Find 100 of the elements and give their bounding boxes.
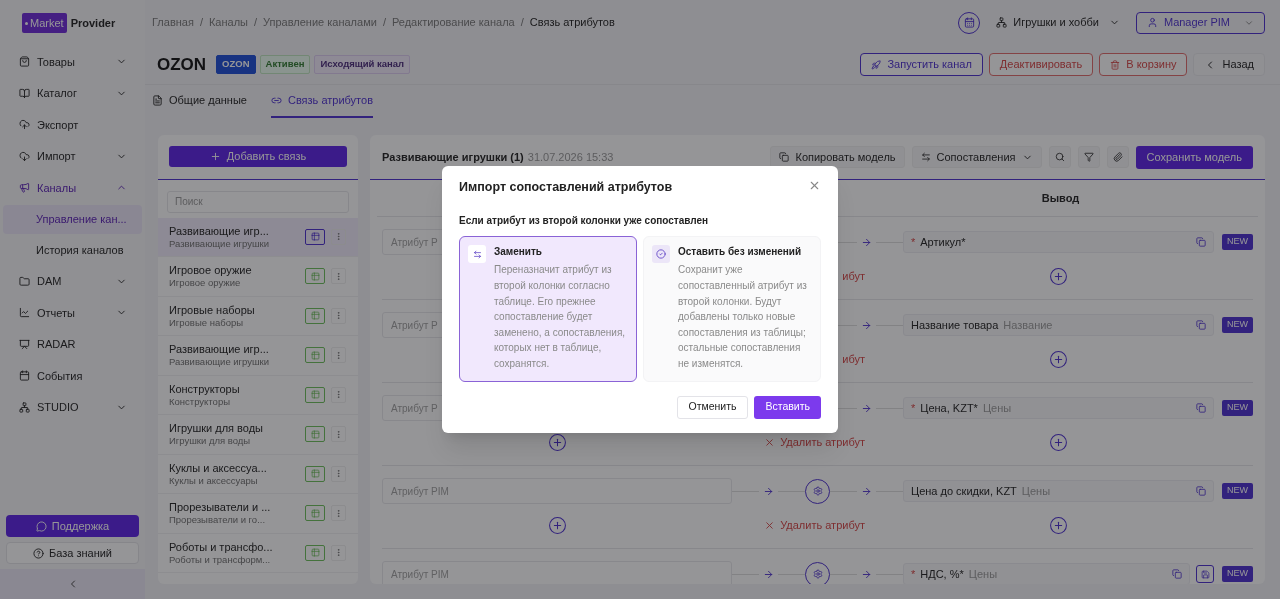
- tab[interactable]: Связь атрибутов: [270, 85, 373, 118]
- table-button[interactable]: [305, 505, 325, 522]
- search-field[interactable]: Поиск: [167, 190, 349, 213]
- option-card[interactable]: Оставить без изменений Сохранит уже сопоставленный атрибут из второй колонки. Будут добавлены только новые сопоставления из таблицы; остальные сопоставления не изменятся.: [643, 236, 821, 382]
- group-subtitle: Игровые наборы: [169, 316, 245, 329]
- add-link-button[interactable]: Добавить связь: [169, 146, 347, 167]
- search-button[interactable]: [1048, 146, 1071, 168]
- breadcrumb: Связь атрибутов: [529, 15, 615, 31]
- table-icon: [310, 508, 320, 518]
- category-selector[interactable]: Игрушки и хобби: [996, 14, 1120, 31]
- insert-button[interactable]: Вставить: [754, 395, 821, 419]
- table-button[interactable]: [305, 426, 325, 443]
- nav-item[interactable]: Каталог: [0, 77, 145, 109]
- output-attribute-field[interactable]: * Артикул*: [903, 231, 1214, 253]
- user-menu-button[interactable]: Manager PIM: [1135, 11, 1265, 34]
- network-icon: [19, 401, 30, 413]
- table-button[interactable]: [305, 544, 325, 561]
- copy-icon[interactable]: [1196, 486, 1206, 496]
- more-button[interactable]: [331, 426, 346, 443]
- copy-icon[interactable]: [1196, 237, 1206, 247]
- more-button[interactable]: [331, 544, 346, 561]
- nav-item[interactable]: Импорт: [0, 140, 145, 172]
- group-item[interactable]: Игрушки для воды Игрушки для воды: [158, 415, 358, 455]
- nav-subitem[interactable]: История каналов: [3, 235, 142, 265]
- copy-icon[interactable]: [1196, 320, 1206, 330]
- knowledge-base-button[interactable]: База знаний: [6, 542, 139, 564]
- paperclip-icon: [1112, 152, 1123, 162]
- back-button[interactable]: Назад: [1193, 53, 1265, 76]
- column-header: Вывод: [1040, 190, 1081, 206]
- save-button[interactable]: [1196, 565, 1214, 583]
- table-button[interactable]: [305, 386, 325, 403]
- delete-attribute-link[interactable]: ибут: [842, 350, 865, 368]
- more-button[interactable]: [331, 347, 346, 364]
- table-button[interactable]: [305, 465, 325, 482]
- nav-item[interactable]: События: [0, 360, 145, 392]
- group-item[interactable]: Куклы и аксессуа... Куклы и аксессуары: [158, 454, 358, 494]
- breadcrumb[interactable]: Главная: [152, 14, 194, 31]
- model-title: Развивающие игрушки (1): [382, 149, 524, 165]
- nav-item[interactable]: RADAR: [0, 328, 145, 360]
- cloud-upload-icon: [19, 119, 30, 131]
- copy-icon[interactable]: [1172, 569, 1182, 579]
- new-badge: NEW: [1222, 400, 1253, 416]
- settings-button[interactable]: [805, 561, 830, 584]
- breadcrumb[interactable]: Управление каналами: [263, 14, 377, 31]
- more-button[interactable]: [331, 465, 346, 482]
- breadcrumb-separator: /: [254, 15, 258, 31]
- cancel-button[interactable]: Отменить: [676, 395, 749, 419]
- more-button[interactable]: [331, 307, 346, 324]
- group-item[interactable]: Развивающие игр... Развивающие игрушки: [158, 336, 358, 376]
- group-item[interactable]: Игровое оружие Игровое оружие: [158, 257, 358, 297]
- more-button[interactable]: [331, 386, 346, 403]
- settings-button[interactable]: [805, 478, 830, 504]
- more-button[interactable]: [331, 268, 346, 285]
- nav-item[interactable]: Экспорт: [0, 109, 145, 141]
- filter-button[interactable]: [1077, 146, 1100, 168]
- arrow-icon: [763, 568, 774, 580]
- attach-button[interactable]: [1106, 146, 1129, 168]
- chat-icon: [35, 520, 47, 532]
- more-icon: [334, 350, 343, 360]
- table-button[interactable]: [305, 307, 325, 324]
- nav-item[interactable]: DAM: [0, 265, 145, 297]
- option-card[interactable]: Заменить Переназначит атрибут из второй колонки согласно таблице. Его прежнее сопоставление будет заменено, а сопоставления, которых нет в таблице, сохранятся.: [459, 236, 637, 382]
- breadcrumb[interactable]: Редактирование канала: [391, 14, 515, 31]
- support-button[interactable]: Поддержка: [6, 515, 139, 537]
- group-subtitle: Развивающие игрушки: [169, 237, 271, 250]
- group-item[interactable]: Прорезыватели и ... Прорезыватели и го...: [158, 494, 358, 534]
- calendar-icon: [19, 370, 30, 382]
- nav-item[interactable]: Каналы: [0, 172, 145, 204]
- table-button[interactable]: [305, 268, 325, 285]
- breadcrumb-separator: /: [199, 15, 203, 31]
- swap-icon: [472, 249, 482, 259]
- group-title: Прорезыватели и ...: [169, 500, 272, 515]
- breadcrumb-separator: /: [520, 15, 524, 31]
- delete-attribute-link[interactable]: ибут: [842, 267, 865, 285]
- breadcrumb[interactable]: Каналы: [208, 14, 248, 31]
- nav-item[interactable]: Отчеты: [0, 297, 145, 329]
- group-item[interactable]: Игровые наборы Игровые наборы: [158, 296, 358, 336]
- more-button[interactable]: [331, 505, 346, 522]
- group-item[interactable]: Конструкторы Конструкторы: [158, 375, 358, 415]
- nav-subitem[interactable]: Управление кан...: [3, 204, 142, 234]
- deactivate-button[interactable]: Деактивировать: [988, 53, 1094, 76]
- nav-item[interactable]: Товары: [0, 46, 145, 78]
- arrow-icon: [861, 236, 872, 248]
- nav-item[interactable]: STUDIO: [0, 391, 145, 423]
- launch-button[interactable]: Запустить канал: [860, 53, 983, 76]
- delete-attribute-link[interactable]: Удалить атрибут: [764, 433, 865, 451]
- add-circle-icon[interactable]: [547, 432, 567, 452]
- copy-icon[interactable]: [1196, 403, 1206, 413]
- mappings-dropdown[interactable]: Сопоставления: [911, 146, 1042, 168]
- required-mark: *: [911, 566, 916, 582]
- save-model-button[interactable]: Сохранить модель: [1135, 145, 1253, 169]
- group-subtitle: Развивающие игрушки: [169, 356, 271, 369]
- delete-attribute-link[interactable]: Удалить атрибут: [764, 516, 865, 534]
- group-item[interactable]: Развивающие игр... Развивающие игрушки: [158, 217, 358, 257]
- table-button[interactable]: [305, 228, 325, 245]
- trash-button[interactable]: В корзину: [1099, 53, 1188, 76]
- table-button[interactable]: [305, 347, 325, 364]
- group-item[interactable]: Роботы и трансфо... Роботы и трансформ...: [158, 533, 358, 573]
- copy-model-button[interactable]: Копировать модель: [770, 146, 905, 168]
- tab[interactable]: Общие данные: [152, 85, 247, 118]
